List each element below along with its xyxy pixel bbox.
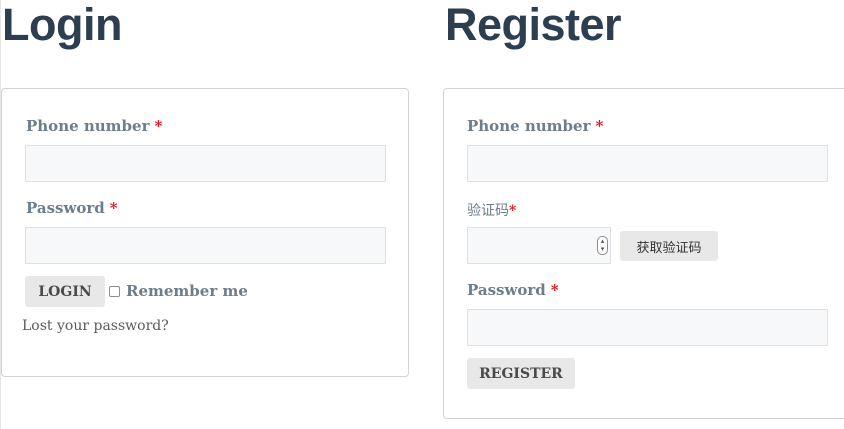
required-mark: * bbox=[550, 281, 559, 299]
login-phone-input[interactable] bbox=[25, 145, 386, 182]
required-mark: * bbox=[509, 203, 517, 219]
verification-code-label: 验证码* bbox=[467, 200, 516, 220]
login-heading: Login bbox=[2, 0, 122, 50]
login-button[interactable]: LOGIN bbox=[25, 276, 105, 307]
verification-code-input[interactable] bbox=[467, 227, 611, 264]
remember-me-label[interactable]: Remember me bbox=[126, 282, 248, 300]
spinner-down-icon[interactable]: ▾ bbox=[598, 245, 607, 253]
login-password-input[interactable] bbox=[25, 227, 386, 264]
remember-me[interactable]: Remember me bbox=[109, 282, 248, 300]
register-button[interactable]: REGISTER bbox=[467, 358, 575, 389]
get-verification-code-button[interactable]: 获取验证码 bbox=[620, 231, 718, 261]
register-heading: Register bbox=[445, 0, 622, 50]
required-mark: * bbox=[595, 117, 604, 135]
verification-code-label-text: 验证码 bbox=[467, 203, 509, 219]
required-mark: * bbox=[154, 117, 163, 135]
remember-me-checkbox[interactable] bbox=[109, 285, 120, 297]
login-phone-label: Phone number * bbox=[26, 117, 162, 135]
register-form: Phone number * 验证码* ▴ ▾ 获取验证码 Password * R… bbox=[443, 88, 844, 419]
register-password-input[interactable] bbox=[467, 309, 828, 346]
number-spinner-icon[interactable]: ▴ ▾ bbox=[597, 236, 608, 255]
spinner-up-icon[interactable]: ▴ bbox=[598, 237, 607, 245]
register-phone-input[interactable] bbox=[467, 145, 828, 182]
login-password-label-text: Password bbox=[26, 199, 105, 217]
register-phone-label-text: Phone number bbox=[467, 117, 591, 135]
lost-password-link[interactable]: Lost your password? bbox=[22, 318, 169, 334]
login-form: Phone number * Password * LOGIN Remember m… bbox=[1, 88, 409, 377]
register-password-label-text: Password bbox=[467, 281, 546, 299]
required-mark: * bbox=[109, 199, 118, 217]
register-phone-label: Phone number * bbox=[467, 117, 603, 135]
register-password-label: Password * bbox=[467, 281, 559, 299]
login-phone-label-text: Phone number bbox=[26, 117, 150, 135]
login-password-label: Password * bbox=[26, 199, 118, 217]
